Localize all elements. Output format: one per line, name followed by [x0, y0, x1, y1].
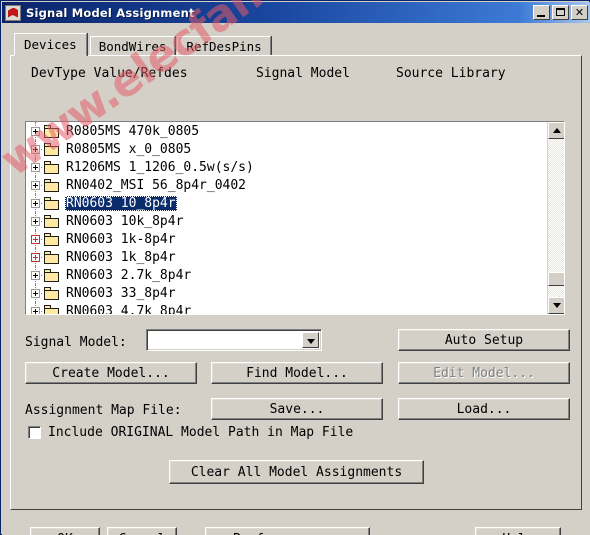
- signal-model-assignment-dialog: Signal Model Assignment ✕ Devices BondWi…: [0, 0, 590, 535]
- maximize-button[interactable]: [552, 5, 569, 20]
- save-button[interactable]: Save...: [211, 398, 383, 420]
- tab-strip: Devices BondWires RefDesPins: [14, 33, 273, 56]
- help-button[interactable]: Help: [475, 527, 561, 535]
- include-original-path-label: Include ORIGINAL Model Path in Map File: [48, 425, 354, 440]
- tab-devices[interactable]: Devices: [14, 33, 87, 56]
- tab-bondwires-label: BondWires: [98, 39, 167, 54]
- tree-item-label: RN0402_MSI 56_8p4r_0402: [66, 177, 247, 193]
- table-row[interactable]: RN0402_MSI 56_8p4r_0402: [26, 176, 547, 194]
- tree-item-label: RN0603 4.7k_8p4r: [66, 303, 192, 315]
- tree-item-label: RN0603 33_8p4r: [66, 285, 176, 301]
- folder-icon: [44, 286, 60, 300]
- create-model-button[interactable]: Create Model...: [25, 362, 197, 384]
- folder-icon: [44, 160, 60, 174]
- column-header-signal-model: Signal Model: [256, 66, 350, 81]
- tree-item-label: RN0603 1k-8p4r: [66, 231, 176, 247]
- scrollbar-thumb[interactable]: [548, 272, 564, 286]
- table-row[interactable]: R0805MS x_0_0805: [26, 140, 547, 158]
- folder-icon: [44, 142, 60, 156]
- expand-icon[interactable]: [31, 270, 40, 280]
- device-tree-rows: R0805MS 470k_0805 R0805MS x_0_0805 R1206…: [26, 122, 547, 314]
- edit-model-button: Edit Model...: [398, 362, 570, 384]
- expand-icon[interactable]: [31, 234, 40, 244]
- table-row[interactable]: RN0603 1k_8p4r: [26, 248, 547, 266]
- tree-item-label: R1206MS 1_1206_0.5w(s/s): [66, 159, 254, 175]
- window-controls: ✕: [533, 5, 588, 20]
- folder-icon: [44, 268, 60, 282]
- ok-button[interactable]: OK: [30, 527, 100, 535]
- table-row[interactable]: RN0603 10_8p4r: [26, 194, 547, 212]
- scroll-up-arrow-icon[interactable]: [548, 122, 564, 139]
- column-header-devtype: DevType Value/Refdes: [31, 66, 188, 81]
- signal-model-label: Signal Model:: [25, 335, 127, 350]
- expand-icon[interactable]: [31, 216, 40, 226]
- table-row[interactable]: RN0603 4.7k_8p4r: [26, 302, 547, 314]
- expand-icon[interactable]: [31, 126, 40, 136]
- scroll-down-arrow-icon[interactable]: [548, 297, 564, 314]
- window-title: Signal Model Assignment: [26, 5, 195, 20]
- folder-icon: [44, 196, 60, 210]
- table-row[interactable]: R0805MS 470k_0805: [26, 122, 547, 140]
- tree-item-label: RN0603 1k_8p4r: [66, 249, 176, 265]
- folder-icon: [44, 124, 60, 138]
- auto-setup-button[interactable]: Auto Setup: [398, 329, 570, 351]
- expand-icon[interactable]: [31, 180, 40, 190]
- load-button[interactable]: Load...: [398, 398, 570, 420]
- column-header-source-library: Source Library: [396, 66, 506, 81]
- tree-item-label: R0805MS x_0_0805: [66, 141, 192, 157]
- folder-icon: [44, 304, 60, 314]
- find-model-button[interactable]: Find Model...: [211, 362, 383, 384]
- application-icon: [5, 4, 21, 21]
- expand-icon[interactable]: [31, 198, 40, 208]
- folder-icon: [44, 250, 60, 264]
- signal-model-combo[interactable]: [146, 329, 322, 351]
- client-area: Devices BondWires RefDesPins DevType Val…: [2, 23, 590, 535]
- vertical-scrollbar[interactable]: [547, 122, 564, 314]
- chevron-down-icon[interactable]: [302, 332, 319, 348]
- cancel-button[interactable]: Cancel: [107, 527, 177, 535]
- table-row[interactable]: RN0603 33_8p4r: [26, 284, 547, 302]
- tree-item-label: RN0603 10k_8p4r: [66, 213, 184, 229]
- clear-all-model-assignments-button[interactable]: Clear All Model Assignments: [169, 460, 424, 484]
- column-headers: DevType Value/Refdes Signal Model Source…: [11, 56, 581, 84]
- folder-icon: [44, 178, 60, 192]
- tree-item-label: RN0603 2.7k_8p4r: [66, 267, 192, 283]
- tab-refdespins-label: RefDesPins: [186, 39, 262, 54]
- table-row[interactable]: RN0603 2.7k_8p4r: [26, 266, 547, 284]
- minimize-button[interactable]: [533, 5, 550, 20]
- tree-item-label: R0805MS 470k_0805: [66, 123, 200, 139]
- folder-icon: [44, 214, 60, 228]
- table-row[interactable]: RN0603 10k_8p4r: [26, 212, 547, 230]
- title-bar: Signal Model Assignment ✕: [2, 2, 590, 23]
- preferences-button[interactable]: Preferences...: [205, 527, 370, 535]
- expand-icon[interactable]: [31, 252, 40, 262]
- window-frame: Signal Model Assignment ✕ Devices BondWi…: [0, 0, 590, 535]
- folder-icon: [44, 232, 60, 246]
- devices-tab-panel: DevType Value/Refdes Signal Model Source…: [10, 55, 582, 510]
- device-tree-listbox[interactable]: R0805MS 470k_0805 R0805MS x_0_0805 R1206…: [25, 121, 565, 315]
- table-row[interactable]: RN0603 1k-8p4r: [26, 230, 547, 248]
- include-original-path-checkbox[interactable]: [28, 426, 41, 439]
- expand-icon[interactable]: [31, 288, 40, 298]
- close-button[interactable]: ✕: [571, 5, 588, 20]
- expand-icon[interactable]: [31, 306, 40, 314]
- expand-icon[interactable]: [31, 144, 40, 154]
- tab-refdespins[interactable]: RefDesPins: [177, 36, 271, 56]
- tab-devices-label: Devices: [24, 37, 77, 52]
- assignment-map-file-label: Assignment Map File:: [25, 403, 182, 418]
- table-row[interactable]: R1206MS 1_1206_0.5w(s/s): [26, 158, 547, 176]
- expand-icon[interactable]: [31, 162, 40, 172]
- tab-bondwires[interactable]: BondWires: [89, 36, 176, 56]
- tree-item-label-selected: RN0603 10_8p4r: [65, 195, 177, 211]
